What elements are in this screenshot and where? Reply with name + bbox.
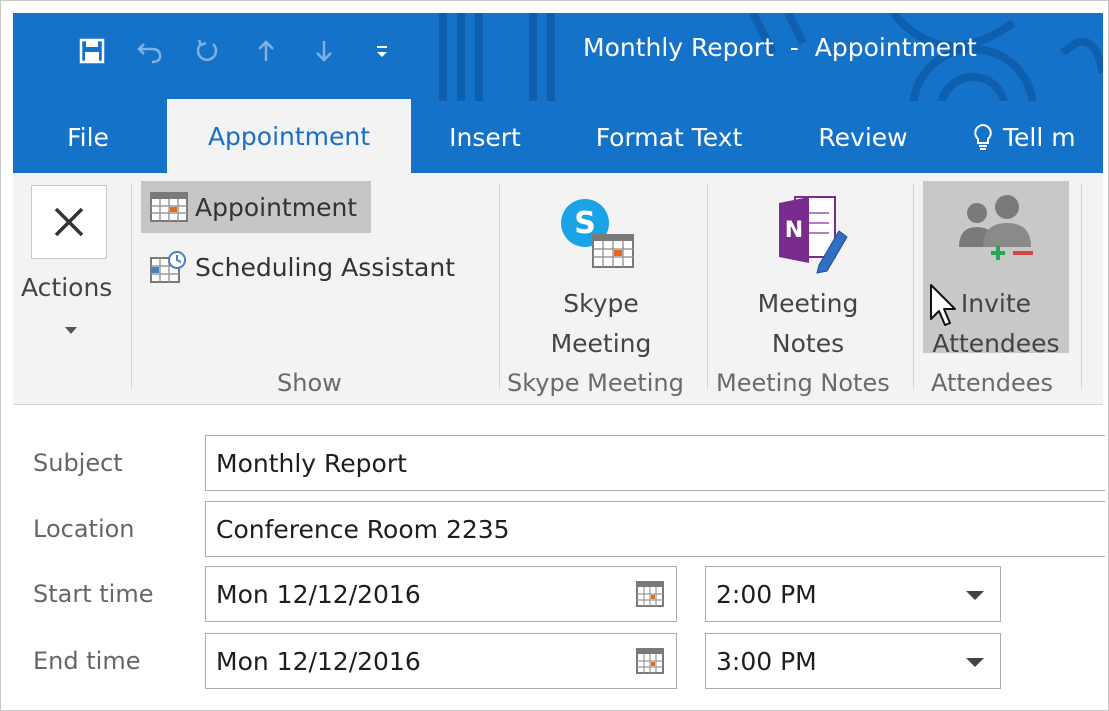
end-time-label: End time (33, 647, 141, 675)
start-date-value: Mon 12/12/2016 (216, 579, 421, 609)
chevron-down-icon[interactable] (65, 327, 77, 335)
group-divider (1081, 183, 1082, 389)
undo-icon (137, 43, 162, 64)
customize-qat-button[interactable] (353, 31, 411, 71)
calendar-picker-icon[interactable] (636, 581, 664, 607)
group-label-attendees: Attendees (931, 369, 1054, 397)
start-time-select[interactable]: 2:00 PM (705, 566, 1001, 622)
save-icon (79, 38, 105, 64)
customize-qat-icon (377, 46, 387, 57)
location-value: Conference Room 2235 (216, 514, 510, 544)
skype-meeting-label-1: Skype (563, 289, 639, 318)
group-label-meeting-notes: Meeting Notes (716, 369, 890, 397)
subject-input[interactable]: Monthly Report (205, 435, 1105, 491)
group-divider (499, 183, 500, 389)
calendar-picker-icon[interactable] (636, 648, 664, 674)
group-divider (707, 183, 708, 389)
skype-icon: S (561, 199, 634, 268)
meeting-notes-label-2: Notes (771, 329, 845, 358)
scheduling-assistant-label: Scheduling Assistant (195, 252, 455, 282)
dropdown-arrow-icon[interactable] (966, 658, 984, 667)
appointment-window: Monthly Report - Appointment File Appoin… (0, 0, 1109, 711)
redo-icon (196, 39, 218, 61)
previous-item-button[interactable] (237, 31, 295, 71)
group-label-skype-meeting: Skype Meeting (507, 369, 684, 397)
svg-text:N: N (785, 218, 803, 243)
show-appointment-label: Appointment (195, 192, 358, 222)
show-appointment-button[interactable]: Appointment (141, 181, 372, 233)
lightbulb-icon (973, 123, 993, 151)
tab-format-text[interactable]: Format Text (579, 101, 759, 173)
arrow-up-icon (258, 40, 274, 61)
invite-attendees-label-2: Attendees (932, 329, 1060, 358)
skype-meeting-button[interactable]: S Skype Meeting (513, 185, 689, 358)
tell-me-search[interactable]: Tell m (973, 101, 1108, 173)
location-input[interactable]: Conference Room 2235 (205, 501, 1105, 557)
mouse-pointer-icon (930, 284, 956, 326)
meeting-notes-label-1: Meeting (757, 289, 859, 318)
tab-review[interactable]: Review (803, 101, 923, 173)
tab-insert[interactable]: Insert (433, 101, 537, 173)
start-date-input[interactable]: Mon 12/12/2016 (205, 566, 677, 622)
scheduling-assistant-icon (150, 251, 186, 283)
window-title: Monthly Report - Appointment (583, 33, 977, 62)
invite-attendees-icon (959, 195, 1033, 260)
end-time-select[interactable]: 3:00 PM (705, 633, 1001, 689)
close-icon (54, 207, 84, 237)
onenote-icon: N (779, 196, 848, 274)
end-date-input[interactable]: Mon 12/12/2016 (205, 633, 677, 689)
location-label: Location (33, 515, 135, 543)
end-date-value: Mon 12/12/2016 (216, 646, 421, 676)
title-bar: Monthly Report - Appointment (13, 13, 1103, 101)
end-time-value: 3:00 PM (716, 646, 817, 676)
save-button[interactable] (63, 31, 121, 71)
dropdown-arrow-icon[interactable] (966, 591, 984, 600)
subject-label: Subject (33, 449, 123, 477)
skype-meeting-label-2: Meeting (550, 329, 652, 358)
undo-button[interactable] (121, 31, 179, 71)
arrow-down-icon (316, 41, 332, 62)
scheduling-assistant-button[interactable]: Scheduling Assistant (141, 241, 469, 293)
group-divider (131, 183, 132, 389)
tab-appointment[interactable]: Appointment (167, 99, 411, 173)
subject-value: Monthly Report (216, 448, 407, 478)
tab-file[interactable]: File (43, 101, 133, 173)
quick-access-toolbar (63, 31, 411, 71)
redo-button[interactable] (179, 31, 237, 71)
calendar-icon (150, 192, 188, 222)
actions-button-label[interactable]: Actions (21, 273, 112, 302)
next-item-button[interactable] (295, 31, 353, 71)
group-label-show: Show (277, 369, 342, 397)
group-divider (913, 183, 914, 389)
start-time-value: 2:00 PM (716, 579, 817, 609)
ribbon-tabs: File Appointment Insert Format Text Revi… (13, 99, 1103, 173)
start-time-label: Start time (33, 580, 154, 608)
delete-button[interactable] (31, 185, 107, 259)
meeting-notes-button[interactable]: N Meeting Notes (723, 185, 893, 358)
tell-me-label: Tell m (1003, 122, 1076, 152)
